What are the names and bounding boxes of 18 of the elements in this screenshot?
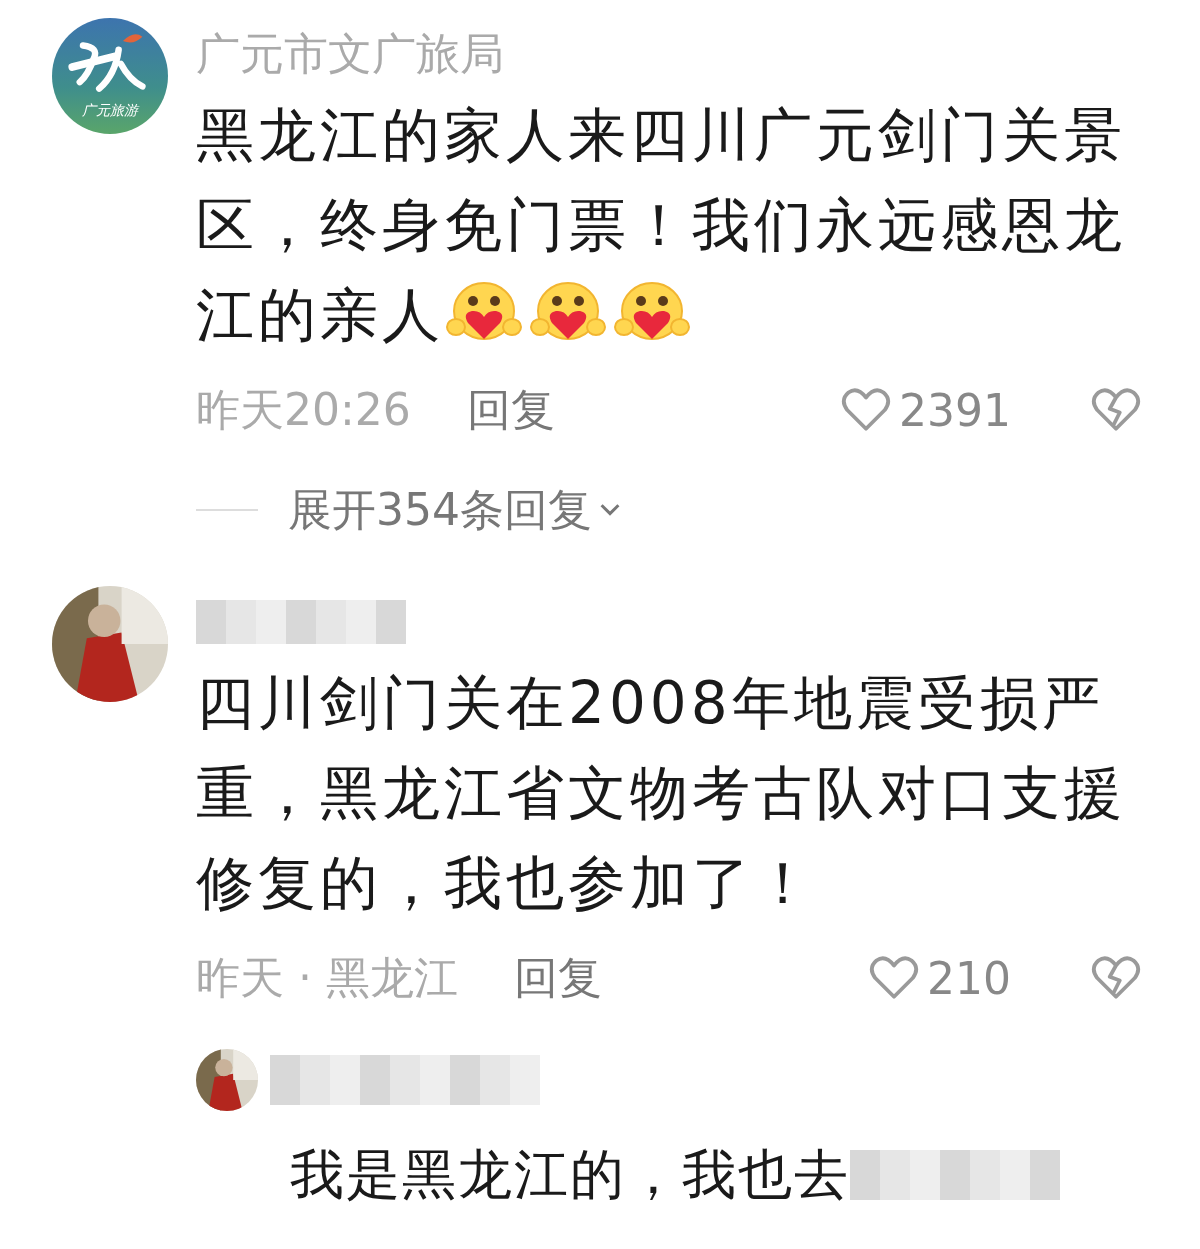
logo-caption: 广元旅游 (82, 101, 138, 120)
reply-button[interactable]: 回复 (466, 380, 555, 440)
comment-time: 昨天 · 黑龙江 (196, 950, 458, 1005)
author-name[interactable]: 广元市文广旅局 (196, 24, 504, 84)
heart-icon[interactable] (841, 387, 891, 433)
logo-avatar[interactable]: 广元旅游 (52, 18, 168, 134)
broken-heart-icon[interactable] (1091, 387, 1141, 433)
reply-text: 我是黑龙江的，我也去 (290, 1142, 850, 1208)
heart-icon[interactable] (869, 955, 919, 1001)
comment-text: 四川剑门关在2008年地震受损严重，黑龙江省文物考古队对口支援修复的，我也参加了！ (196, 668, 1127, 919)
like-count: 210 (927, 952, 1011, 1004)
expand-replies-button[interactable]: 展开354条回复 (288, 480, 622, 540)
comment-text: 黑龙江的家人来四川广元剑门关景区，终身免门票！我们永远感恩龙江的亲人 (196, 100, 1127, 351)
like-count: 2391 (899, 384, 1011, 436)
chevron-down-icon (598, 502, 622, 518)
reply-button[interactable]: 回复 (513, 948, 602, 1008)
comment-time: 昨天20:26 (196, 382, 411, 437)
broken-heart-icon[interactable] (1091, 955, 1141, 1001)
